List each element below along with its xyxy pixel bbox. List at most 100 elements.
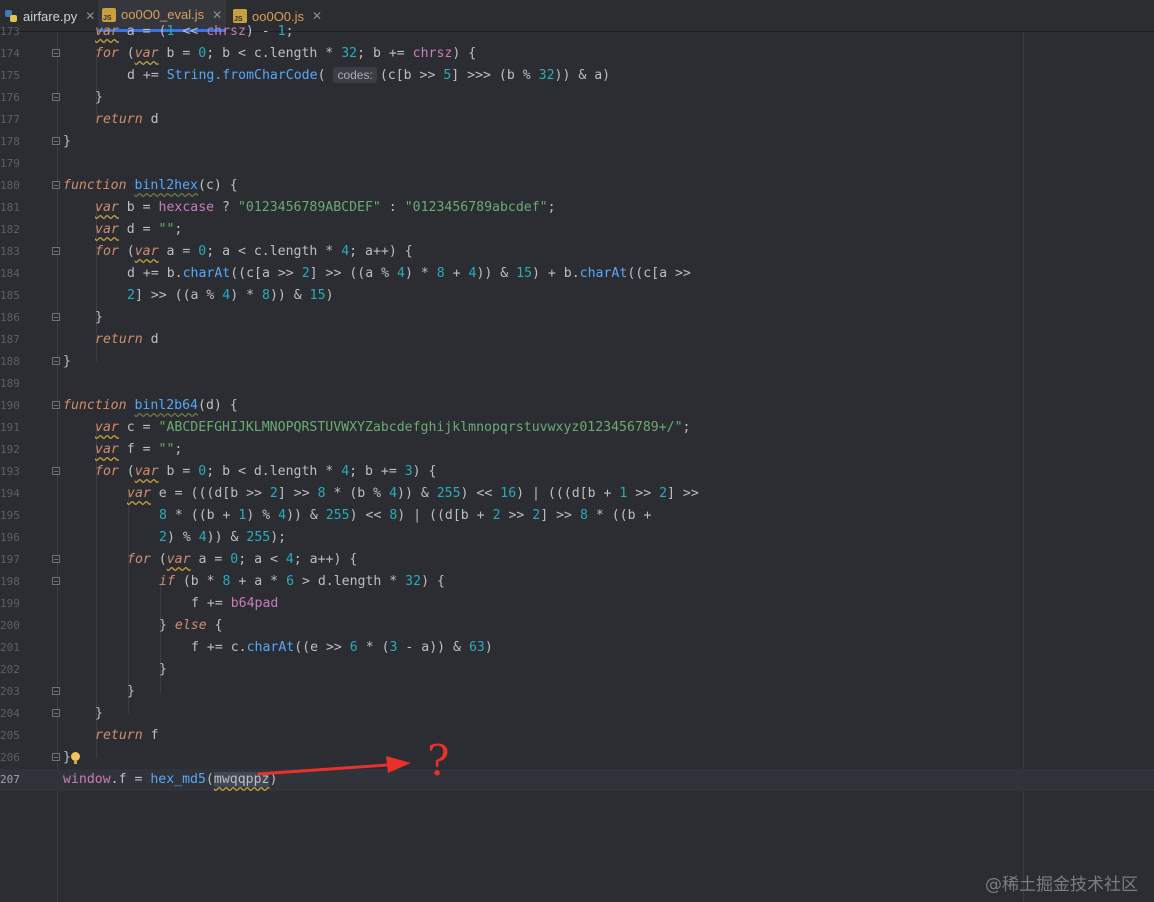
- line-number: 182: [0, 223, 20, 236]
- line-number: 193: [0, 465, 20, 478]
- line-number: 202: [0, 663, 20, 676]
- line-number: 184: [0, 267, 20, 280]
- code-line: 199 f += b64pad: [0, 593, 1154, 615]
- fold-toggle-icon[interactable]: [52, 467, 60, 475]
- code-line: 206 }: [0, 747, 1154, 769]
- code-line: 188 }: [0, 351, 1154, 373]
- line-number: 175: [0, 69, 20, 82]
- line-number: 206: [0, 751, 20, 764]
- code-line: 191 var c = "ABCDEFGHIJKLMNOPQRSTUVWXYZa…: [0, 417, 1154, 439]
- code-text: var a = (1 << chrsz) - 1;: [95, 24, 294, 39]
- line-number: 204: [0, 707, 20, 720]
- code-text: 2) % 4)) & 255);: [159, 530, 287, 545]
- code-text: }: [127, 684, 135, 699]
- code-text: function binl2hex(c) {: [63, 178, 238, 193]
- code-text: d += String.fromCharCode( codes: (c[b >> …: [127, 67, 611, 83]
- code-text: }: [95, 310, 103, 325]
- code-line: 179: [0, 153, 1154, 175]
- code-text: return d: [95, 112, 159, 127]
- line-number: 198: [0, 575, 20, 588]
- line-number: 180: [0, 179, 20, 192]
- code-text: return f: [95, 728, 159, 743]
- fold-toggle-icon[interactable]: [52, 709, 60, 717]
- code-line: 177 return d: [0, 109, 1154, 131]
- code-text: function binl2b64(d) {: [63, 398, 238, 413]
- line-number: 186: [0, 311, 20, 324]
- code-line: 174 for (var b = 0; b < c.length * 32; b…: [0, 43, 1154, 65]
- fold-toggle-icon[interactable]: [52, 49, 60, 57]
- code-text: for (var a = 0; a < c.length * 4; a++) {: [95, 244, 413, 259]
- code-line: 176 }: [0, 87, 1154, 109]
- code-text: d += b.charAt((c[a >> 2] >> ((a % 4) * 8…: [127, 266, 691, 281]
- line-number: 191: [0, 421, 20, 434]
- fold-toggle-icon[interactable]: [52, 93, 60, 101]
- lightbulb-icon[interactable]: [71, 752, 80, 764]
- tab-label: oo0O0_eval.js: [121, 7, 205, 22]
- code-line: 183 for (var a = 0; a < c.length * 4; a+…: [0, 241, 1154, 263]
- line-number: 192: [0, 443, 20, 456]
- code-text: window.f = hex_md5(mwqqppz): [63, 772, 278, 787]
- line-number: 203: [0, 685, 20, 698]
- fold-toggle-icon[interactable]: [52, 313, 60, 321]
- line-number: 200: [0, 619, 20, 632]
- line-number: 177: [0, 113, 20, 126]
- code-line: 205 return f: [0, 725, 1154, 747]
- code-editor[interactable]: 173 var a = (1 << chrsz) - 1; 174 for (v…: [0, 24, 1154, 902]
- line-number: 189: [0, 377, 20, 390]
- code-line: 195 8 * ((b + 1) % 4)) & 255) << 8) | ((…: [0, 505, 1154, 527]
- code-line: 197 for (var a = 0; a < 4; a++) {: [0, 549, 1154, 571]
- code-line: 190 function binl2b64(d) {: [0, 395, 1154, 417]
- fold-toggle-icon[interactable]: [52, 357, 60, 365]
- fold-toggle-icon[interactable]: [52, 247, 60, 255]
- code-text: var f = "";: [95, 442, 183, 457]
- code-line: 196 2) % 4)) & 255);: [0, 527, 1154, 549]
- code-text: var c = "ABCDEFGHIJKLMNOPQRSTUVWXYZabcde…: [95, 420, 691, 435]
- code-text: var b = hexcase ? "0123456789ABCDEF" : "…: [95, 200, 556, 215]
- code-text: for (var a = 0; a < 4; a++) {: [127, 552, 358, 567]
- line-number: 199: [0, 597, 20, 610]
- code-text: }: [63, 750, 71, 765]
- line-number: 185: [0, 289, 20, 302]
- line-number: 205: [0, 729, 20, 742]
- code-line: 189: [0, 373, 1154, 395]
- code-line: 204 }: [0, 703, 1154, 725]
- code-text: 2] >> ((a % 4) * 8)) & 15): [127, 288, 334, 303]
- code-line: 184 d += b.charAt((c[a >> 2] >> ((a % 4)…: [0, 263, 1154, 285]
- code-line: 178 }: [0, 131, 1154, 153]
- fold-toggle-icon[interactable]: [52, 137, 60, 145]
- line-number: 207: [0, 773, 20, 786]
- code-line: 185 2] >> ((a % 4) * 8)) & 15): [0, 285, 1154, 307]
- close-icon[interactable]: ✕: [212, 8, 222, 22]
- code-text: for (var b = 0; b < c.length * 32; b += …: [95, 46, 477, 61]
- code-text: var e = (((d[b >> 2] >> 8 * (b % 4)) & 2…: [127, 486, 699, 501]
- code-line: 201 f += c.charAt((e >> 6 * (3 - a)) & 6…: [0, 637, 1154, 659]
- code-line: 186 }: [0, 307, 1154, 329]
- code-line: 194 var e = (((d[b >> 2] >> 8 * (b % 4))…: [0, 483, 1154, 505]
- fold-toggle-icon[interactable]: [52, 555, 60, 563]
- line-number: 178: [0, 135, 20, 148]
- code-text: f += c.charAt((e >> 6 * (3 - a)) & 63): [191, 640, 493, 655]
- code-line: 192 var f = "";: [0, 439, 1154, 461]
- code-text: } else {: [159, 618, 223, 633]
- line-number: 190: [0, 399, 20, 412]
- fold-toggle-icon[interactable]: [52, 181, 60, 189]
- code-text: }: [95, 706, 103, 721]
- code-text: if (b * 8 + a * 6 > d.length * 32) {: [159, 574, 445, 589]
- fold-toggle-icon[interactable]: [52, 577, 60, 585]
- fold-toggle-icon[interactable]: [52, 753, 60, 761]
- line-number: 188: [0, 355, 20, 368]
- code-text: for (var b = 0; b < d.length * 4; b += 3…: [95, 464, 437, 479]
- line-number: 173: [0, 25, 20, 38]
- line-number: 194: [0, 487, 20, 500]
- fold-toggle-icon[interactable]: [52, 687, 60, 695]
- line-number: 183: [0, 245, 20, 258]
- fold-toggle-icon[interactable]: [52, 401, 60, 409]
- line-number: 187: [0, 333, 20, 346]
- code-line-current: 207 window.f = hex_md5(mwqqppz): [0, 769, 1154, 791]
- code-line: 182 var d = "";: [0, 219, 1154, 241]
- code-line: 180 function binl2hex(c) {: [0, 175, 1154, 197]
- code-line: 198 if (b * 8 + a * 6 > d.length * 32) {: [0, 571, 1154, 593]
- code-line: 202 }: [0, 659, 1154, 681]
- line-number: 176: [0, 91, 20, 104]
- code-line: 181 var b = hexcase ? "0123456789ABCDEF"…: [0, 197, 1154, 219]
